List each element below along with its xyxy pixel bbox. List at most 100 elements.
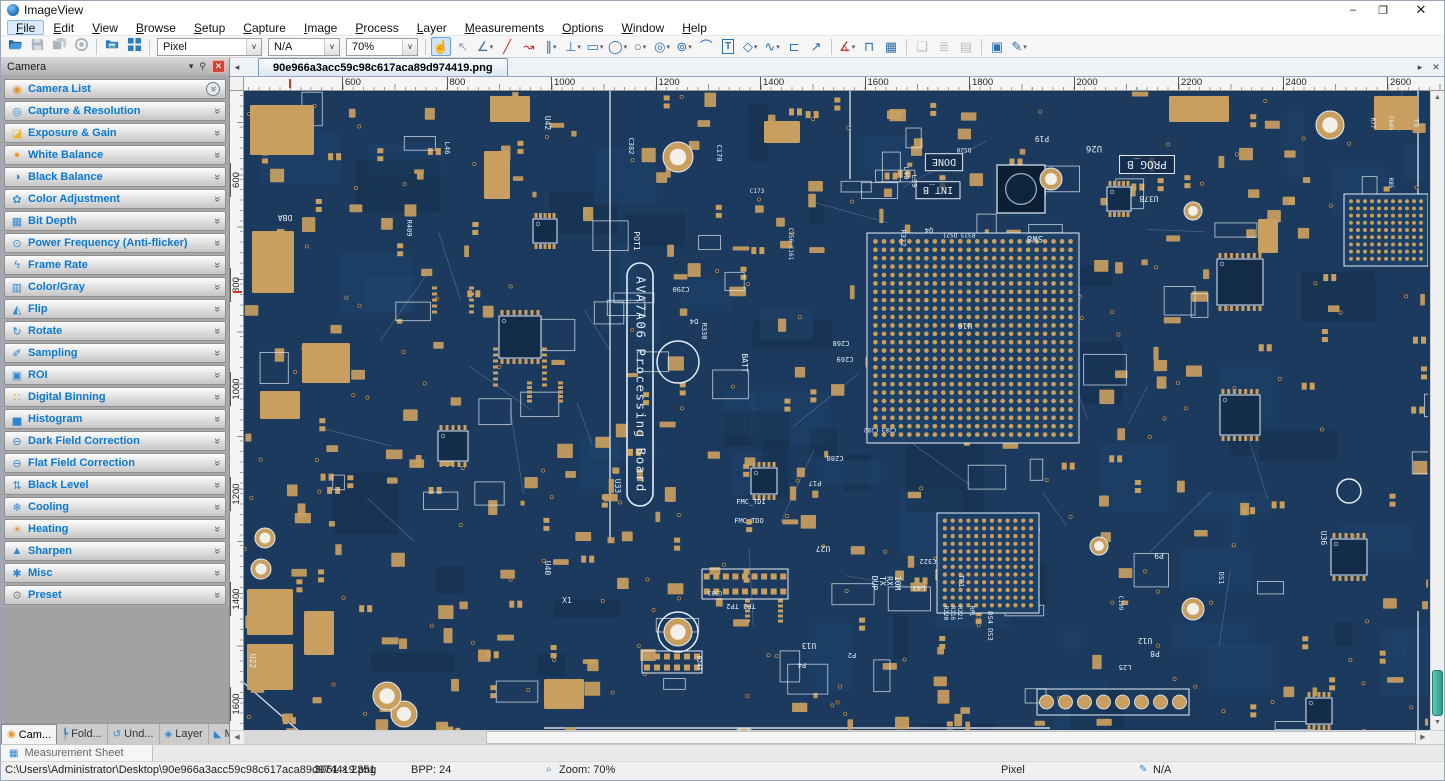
measurement-sheet-button[interactable]: ▣ (987, 37, 1007, 56)
measurement-sheet-tab[interactable]: ▦ Measurement Sheet (1, 745, 153, 761)
expand-chevron-icon[interactable]: » (211, 350, 223, 356)
sidebar-item-black-level[interactable]: ⇅Black Level» (4, 475, 226, 495)
menu-help[interactable]: Help (673, 20, 716, 35)
expand-chevron-icon[interactable]: » (211, 174, 223, 180)
dropdown-arrow-icon[interactable]: ▾ (666, 43, 670, 51)
bottom-tab-cam[interactable]: ◉Cam... (1, 724, 57, 744)
tab-close-icon[interactable]: ✕ (1428, 62, 1444, 73)
menu-capture[interactable]: Capture (234, 20, 295, 35)
bottom-tab-fold[interactable]: ┡Fold... (57, 724, 108, 744)
sidebar-item-flat-field-correction[interactable]: ⊖Flat Field Correction» (4, 453, 226, 473)
menu-image[interactable]: Image (295, 20, 346, 35)
dropdown-arrow-icon[interactable]: ▾ (577, 43, 581, 51)
tab-scroll-left-icon[interactable]: ◂ (230, 59, 244, 76)
expand-chevron-icon[interactable]: » (211, 416, 223, 422)
sidebar-item-misc[interactable]: ✱Misc» (4, 563, 226, 583)
angle-tool[interactable]: ∠▾ (475, 37, 495, 56)
select-tool[interactable]: ↖ (453, 37, 473, 56)
menu-setup[interactable]: Setup (185, 20, 234, 35)
circle-tool[interactable]: ○▾ (630, 37, 650, 56)
scale-bar-tool[interactable]: ⊓ (859, 37, 879, 56)
vertical-scroll-thumb[interactable] (1432, 670, 1443, 716)
sidebar-item-sharpen[interactable]: ▲Sharpen» (4, 541, 226, 561)
line-tool[interactable]: ╱ (497, 37, 517, 56)
expand-chevron-icon[interactable]: » (211, 196, 223, 202)
restore-button[interactable]: ❐ (1368, 1, 1398, 19)
ring-tool[interactable]: ⊚▾ (674, 37, 694, 56)
scroll-down-icon[interactable]: ▼ (1431, 716, 1444, 730)
open-file-button[interactable] (5, 37, 25, 56)
vertical-scrollbar[interactable]: ▲ ▼ (1430, 91, 1444, 730)
dropdown-arrow-icon[interactable]: ▾ (553, 43, 557, 51)
calibration-combo[interactable]: N/A∨ (268, 38, 340, 56)
calibration-tool[interactable]: ∡▾ (837, 37, 857, 56)
browse-folder-button[interactable] (102, 37, 122, 56)
bottom-tab-und[interactable]: ↺Und... (108, 724, 160, 744)
horizontal-scroll-track[interactable] (244, 731, 1416, 744)
polygon-tool[interactable]: ◇▾ (740, 37, 760, 56)
polyline-tool[interactable]: ↝ (519, 37, 539, 56)
sidebar-item-dark-field-correction[interactable]: ⊖Dark Field Correction» (4, 431, 226, 451)
sidebar-item-camera-list[interactable]: ◉Camera List» (4, 79, 226, 99)
dropdown-arrow-icon[interactable]: ▾ (643, 43, 647, 51)
sidebar-item-exposure-gain[interactable]: ◪Exposure & Gain» (4, 123, 226, 143)
expand-chevron-icon[interactable]: » (211, 152, 223, 158)
menu-view[interactable]: View (83, 20, 127, 35)
dropdown-arrow-icon[interactable]: ▾ (776, 43, 780, 51)
expand-chevron-icon[interactable]: » (211, 570, 223, 576)
expand-chevron-icon[interactable]: » (211, 548, 223, 554)
sidebar-item-color-adjustment[interactable]: ✿Color Adjustment» (4, 189, 226, 209)
sidebar-item-frame-rate[interactable]: ϟFrame Rate» (4, 255, 226, 275)
menu-options[interactable]: Options (553, 20, 612, 35)
menu-file[interactable]: File (7, 20, 44, 35)
sidebar-item-capture-resolution[interactable]: ◎Capture & Resolution» (4, 101, 226, 121)
sidebar-item-digital-binning[interactable]: ∷Digital Binning» (4, 387, 226, 407)
menu-process[interactable]: Process (346, 20, 407, 35)
image-canvas[interactable]: AVA7A06 Processing BoardPROG_BDONEINT_BS… (244, 91, 1430, 730)
menu-window[interactable]: Window (613, 20, 674, 35)
curve-tool[interactable]: ∿▾ (762, 37, 782, 56)
pan-tool[interactable]: ☝ (431, 37, 451, 56)
export-button[interactable]: ✎▾ (1009, 37, 1029, 56)
combo-arrow-icon[interactable]: ∨ (402, 39, 417, 55)
sidebar-item-black-balance[interactable]: ◑Black Balance» (4, 167, 226, 187)
minimize-button[interactable]: – (1338, 1, 1368, 19)
expand-chevron-icon[interactable]: » (211, 372, 223, 378)
menu-browse[interactable]: Browse (127, 20, 185, 35)
sidebar-item-roi[interactable]: ▣ROI» (4, 365, 226, 385)
expand-chevron-icon[interactable]: » (211, 108, 223, 114)
parallel-tool[interactable]: ∥▾ (541, 37, 561, 56)
menu-edit[interactable]: Edit (44, 20, 83, 35)
sidebar-item-sampling[interactable]: ✐Sampling» (4, 343, 226, 363)
perpendicular-tool[interactable]: ⊥▾ (563, 37, 583, 56)
expand-chevron-icon[interactable]: » (211, 262, 223, 268)
arc-tool[interactable]: ⌒ (696, 37, 716, 56)
sidebar-item-cooling[interactable]: ❄Cooling» (4, 497, 226, 517)
scroll-left-icon[interactable]: ◀ (230, 731, 244, 744)
dropdown-arrow-icon[interactable]: ▾ (688, 43, 692, 51)
expand-chevron-icon[interactable]: » (206, 82, 220, 96)
expand-chevron-icon[interactable]: » (211, 460, 223, 466)
expand-chevron-icon[interactable]: » (211, 438, 223, 444)
rectangle-tool[interactable]: ▭▾ (585, 37, 605, 56)
dropdown-arrow-icon[interactable]: ▾ (852, 43, 856, 51)
expand-chevron-icon[interactable]: » (211, 394, 223, 400)
expand-chevron-icon[interactable]: » (211, 592, 223, 598)
dropdown-arrow-icon[interactable]: ▾ (600, 43, 604, 51)
expand-chevron-icon[interactable]: » (211, 218, 223, 224)
expand-chevron-icon[interactable]: » (211, 306, 223, 312)
dropdown-arrow-icon[interactable]: ▾ (754, 43, 758, 51)
sidebar-item-bit-depth[interactable]: ▦Bit Depth» (4, 211, 226, 231)
panel-menu-icon[interactable]: ▾ (189, 61, 194, 72)
expand-chevron-icon[interactable]: » (211, 482, 223, 488)
close-button[interactable]: ✕ (1398, 1, 1444, 19)
expand-chevron-icon[interactable]: » (211, 328, 223, 334)
grid-snap-tool[interactable]: ▦ (881, 37, 901, 56)
sidebar-item-flip[interactable]: ◭Flip» (4, 299, 226, 319)
pin-icon[interactable]: ⚲ (199, 61, 206, 72)
expand-chevron-icon[interactable]: » (211, 526, 223, 532)
sidebar-item-heating[interactable]: ☀Heating» (4, 519, 226, 539)
scroll-right-icon[interactable]: ▶ (1416, 731, 1430, 744)
horizontal-scroll-thumb[interactable] (486, 731, 1416, 744)
sidebar-item-histogram[interactable]: ▅Histogram» (4, 409, 226, 429)
